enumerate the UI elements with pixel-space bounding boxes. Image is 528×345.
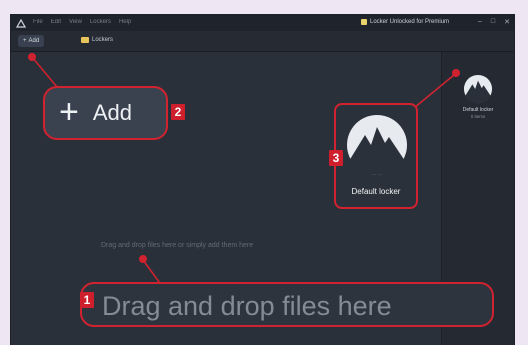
add-button-callout[interactable]: + Add [43, 86, 168, 140]
default-locker-card[interactable]: Default locker [334, 103, 418, 209]
account-label: Locker Unlocked for Premium [370, 19, 450, 25]
locker-mountain-icon [347, 115, 407, 175]
side-locker-item[interactable]: Default locker 0 items [454, 74, 502, 119]
window-controls: – □ ✕ [478, 18, 510, 26]
drag-drop-callout[interactable]: Drag and drop files here [80, 282, 494, 327]
close-button[interactable]: ✕ [504, 18, 510, 26]
breadcrumb-label: Lockers [92, 37, 114, 43]
menu-edit[interactable]: Edit [51, 19, 61, 25]
callout-number-2: 2 [171, 104, 185, 120]
menu-bar: File Edit View Lockers Help [33, 19, 131, 25]
plus-icon: + [59, 92, 79, 131]
side-locker-count: 0 items [470, 114, 486, 119]
add-callout-label: Add [92, 100, 133, 125]
toolbar: + Add Lockers [11, 31, 514, 52]
side-locker-name: Default locker [462, 107, 494, 113]
drop-zone-hint: Drag and drop files here or simply add t… [101, 242, 254, 249]
toolbar-add-label: Add [28, 38, 40, 44]
locker-mountain-icon [463, 74, 493, 104]
toolbar-add-button[interactable]: + Add [18, 35, 45, 47]
key-icon [361, 19, 367, 25]
callout-number-3: 3 [329, 150, 343, 166]
menu-help[interactable]: Help [119, 19, 131, 25]
app-logo-icon [16, 18, 26, 28]
maximize-button[interactable]: □ [491, 18, 495, 26]
callout-number-1: 1 [80, 292, 94, 308]
menu-view[interactable]: View [69, 19, 82, 25]
menu-file[interactable]: File [33, 19, 43, 25]
minimize-button[interactable]: – [478, 18, 482, 26]
locker-card-name: Default locker [351, 187, 401, 196]
folder-icon [81, 37, 89, 43]
plus-icon: + [23, 38, 27, 44]
menu-lockers[interactable]: Lockers [90, 19, 111, 25]
account-status[interactable]: Locker Unlocked for Premium [361, 19, 449, 25]
drag-drop-label: Drag and drop files here [102, 291, 392, 321]
breadcrumb[interactable]: Lockers [81, 37, 113, 43]
title-bar: File Edit View Lockers Help Locker Unloc… [11, 15, 514, 31]
